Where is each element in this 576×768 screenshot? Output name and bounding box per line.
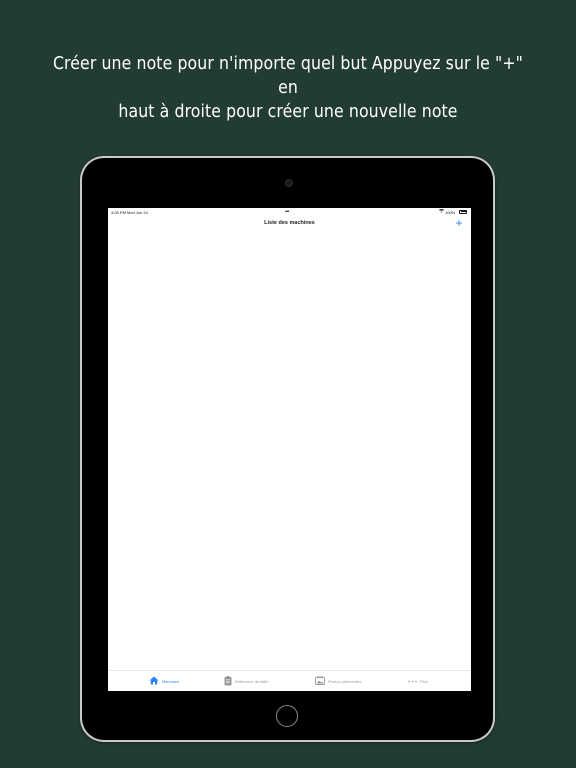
wifi-icon [438, 208, 445, 215]
headline-line-1: Créer une note pour n'importe quel but A… [52, 54, 524, 98]
add-note-button[interactable]: + [453, 217, 465, 229]
tab-machines-label: Machines [162, 678, 180, 684]
clipboard-icon [224, 675, 232, 687]
navigation-bar: Liste des machines + [108, 216, 471, 232]
home-button[interactable] [276, 705, 298, 727]
house-icon [149, 676, 159, 686]
status-bar: 4:05 PM Mon Jun 24 ••• 100% [108, 208, 471, 216]
tab-plus-label: Plus [420, 678, 428, 684]
battery-icon [459, 209, 467, 214]
tab-machines[interactable]: Machines [149, 676, 179, 686]
app-screen: 4:05 PM Mon Jun 24 ••• 100% Liste des ma… [108, 208, 471, 691]
tab-reference-label: Référence de taille [235, 678, 269, 684]
ipad-bezel: 4:05 PM Mon Jun 24 ••• 100% Liste des ma… [82, 158, 493, 740]
tab-bar: Machines Référence de taille Photos pert… [108, 670, 471, 691]
ipad-frame: 4:05 PM Mon Jun 24 ••• 100% Liste des ma… [80, 156, 495, 742]
page-title: Liste des machines [264, 220, 315, 226]
tab-photos-pertinentes[interactable]: Photos pertinentes [315, 676, 361, 686]
tab-photos-label: Photos pertinentes [328, 678, 362, 684]
headline-line-2: haut à droite pour créer une nouvelle no… [118, 102, 458, 122]
more-icon [408, 679, 417, 684]
tab-reference-de-taille[interactable]: Référence de taille [224, 675, 269, 687]
photos-icon [315, 676, 325, 686]
status-time: 4:05 PM Mon Jun 24 [111, 209, 148, 215]
battery-percentage: 100% [445, 209, 456, 215]
multitasking-dots-icon: ••• [285, 208, 289, 215]
tab-plus[interactable]: Plus [408, 676, 428, 686]
headline: Créer une note pour n'importe quel but A… [47, 52, 529, 124]
camera-icon [285, 179, 293, 187]
